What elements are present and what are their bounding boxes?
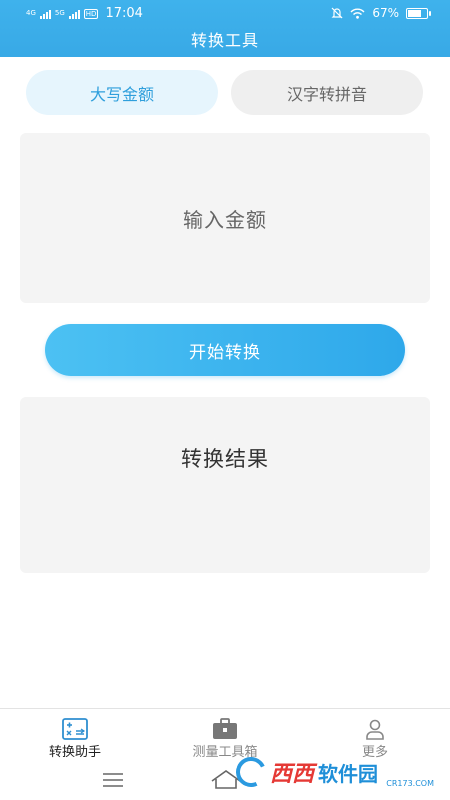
battery-icon [406,7,431,19]
page-title: 转换工具 [190,31,259,50]
battery-percent: 67% [372,6,399,20]
result-label: 转换结果 [181,447,269,471]
nav-item-convert-assistant[interactable]: 转换助手 [0,709,150,765]
status-bar: 4G 5G HD 17:04 67% [0,0,450,26]
nav-label: 转换助手 [48,745,101,760]
watermark-brand-red: 西西 [270,762,315,787]
wifi-icon [350,8,365,19]
amount-input[interactable]: 输入金额 [20,133,430,303]
start-convert-button[interactable]: 开始转换 [45,324,405,376]
menu-icon[interactable] [102,773,124,787]
watermark-logo: 西西 软件园 CR173.COM [231,752,436,792]
signal-icon-2 [68,9,80,19]
signal-icon [39,9,51,19]
toolbox-icon [213,718,237,739]
network-label-1: 4G [26,9,36,17]
app-header: 4G 5G HD 17:04 67% 转换工具 [0,0,450,57]
network-label-2: 5G [54,9,65,17]
watermark-c-icon [231,752,271,792]
tab-hanzi-to-pinyin[interactable]: 汉字转拼音 [231,70,423,115]
amount-input-placeholder: 输入金额 [183,207,267,232]
result-panel: 转换结果 [20,397,430,573]
mute-icon [331,7,343,19]
watermark-brand-blue: 软件园 [318,761,379,786]
watermark-domain: CR173.COM [386,779,434,788]
battery-level [408,9,422,17]
hd-icon: HD [83,8,99,19]
tab-uppercase-amount[interactable]: 大写金额 [26,70,218,115]
calculator-icon [62,718,88,740]
person-icon [366,719,384,740]
status-time: 17:04 [105,6,143,21]
